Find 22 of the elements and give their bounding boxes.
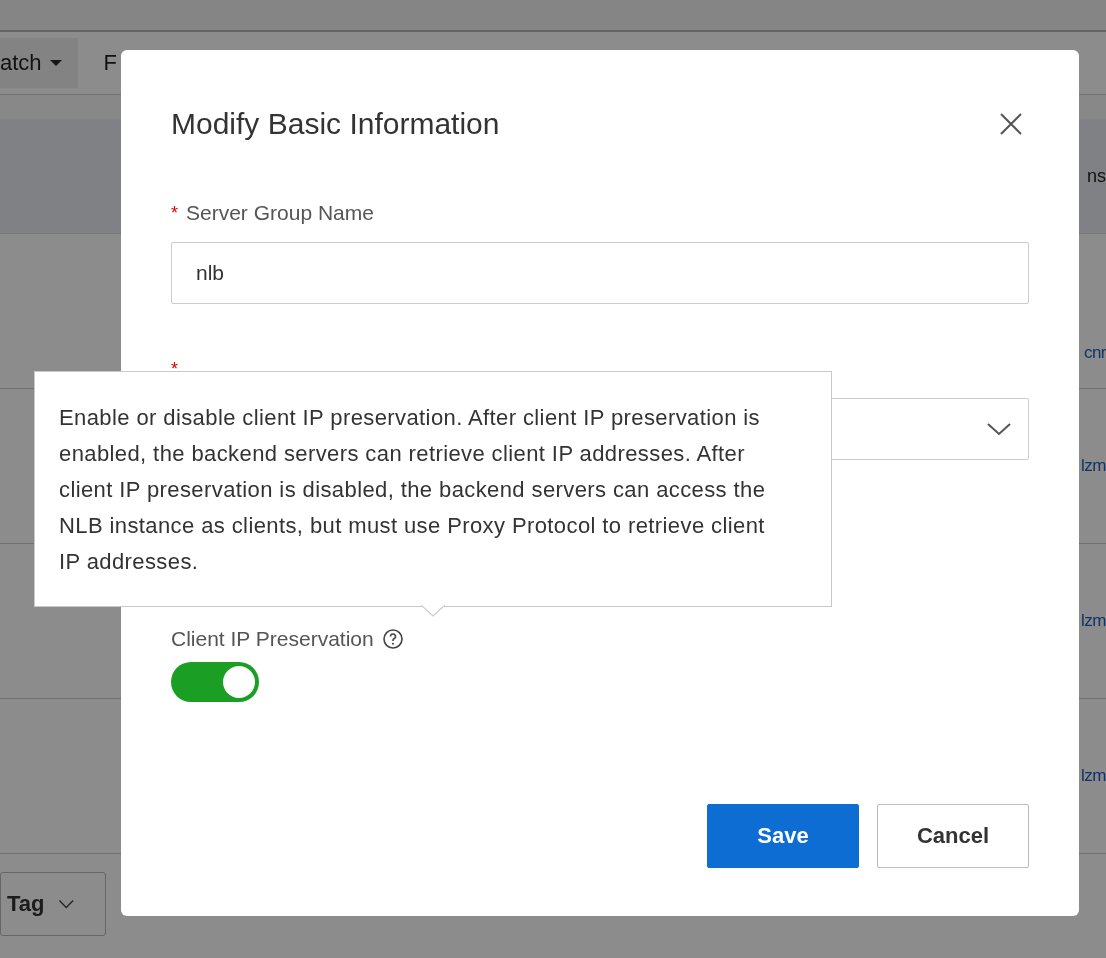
field-label: Server Group Name bbox=[186, 201, 374, 225]
tooltip-arrow bbox=[421, 605, 445, 617]
table-link[interactable]: lzm bbox=[1081, 766, 1106, 786]
chevron-down-icon bbox=[58, 897, 75, 911]
toolbar-label: F bbox=[103, 50, 118, 76]
tag-select[interactable]: Tag bbox=[0, 872, 106, 936]
help-icon[interactable] bbox=[381, 628, 404, 650]
batch-button[interactable]: atch bbox=[0, 38, 78, 88]
field-label: Client IP Preservation bbox=[171, 627, 374, 651]
column-header: ns bbox=[1087, 165, 1106, 187]
required-mark: * bbox=[171, 202, 178, 224]
name-input-field[interactable]: nlb bbox=[171, 242, 1029, 304]
cancel-button[interactable]: Cancel bbox=[877, 804, 1029, 868]
table-link[interactable]: lzm bbox=[1081, 456, 1106, 476]
toggle-switch[interactable] bbox=[171, 662, 259, 702]
close-icon[interactable] bbox=[999, 112, 1023, 136]
table-link[interactable]: lzm bbox=[1081, 611, 1106, 631]
table-link[interactable]: cnr bbox=[1083, 343, 1106, 363]
save-button[interactable]: Save bbox=[707, 804, 859, 868]
dialog-title: Modify Basic Information bbox=[171, 107, 500, 141]
caret-icon bbox=[49, 59, 62, 67]
chevron-down-icon bbox=[986, 422, 1012, 436]
